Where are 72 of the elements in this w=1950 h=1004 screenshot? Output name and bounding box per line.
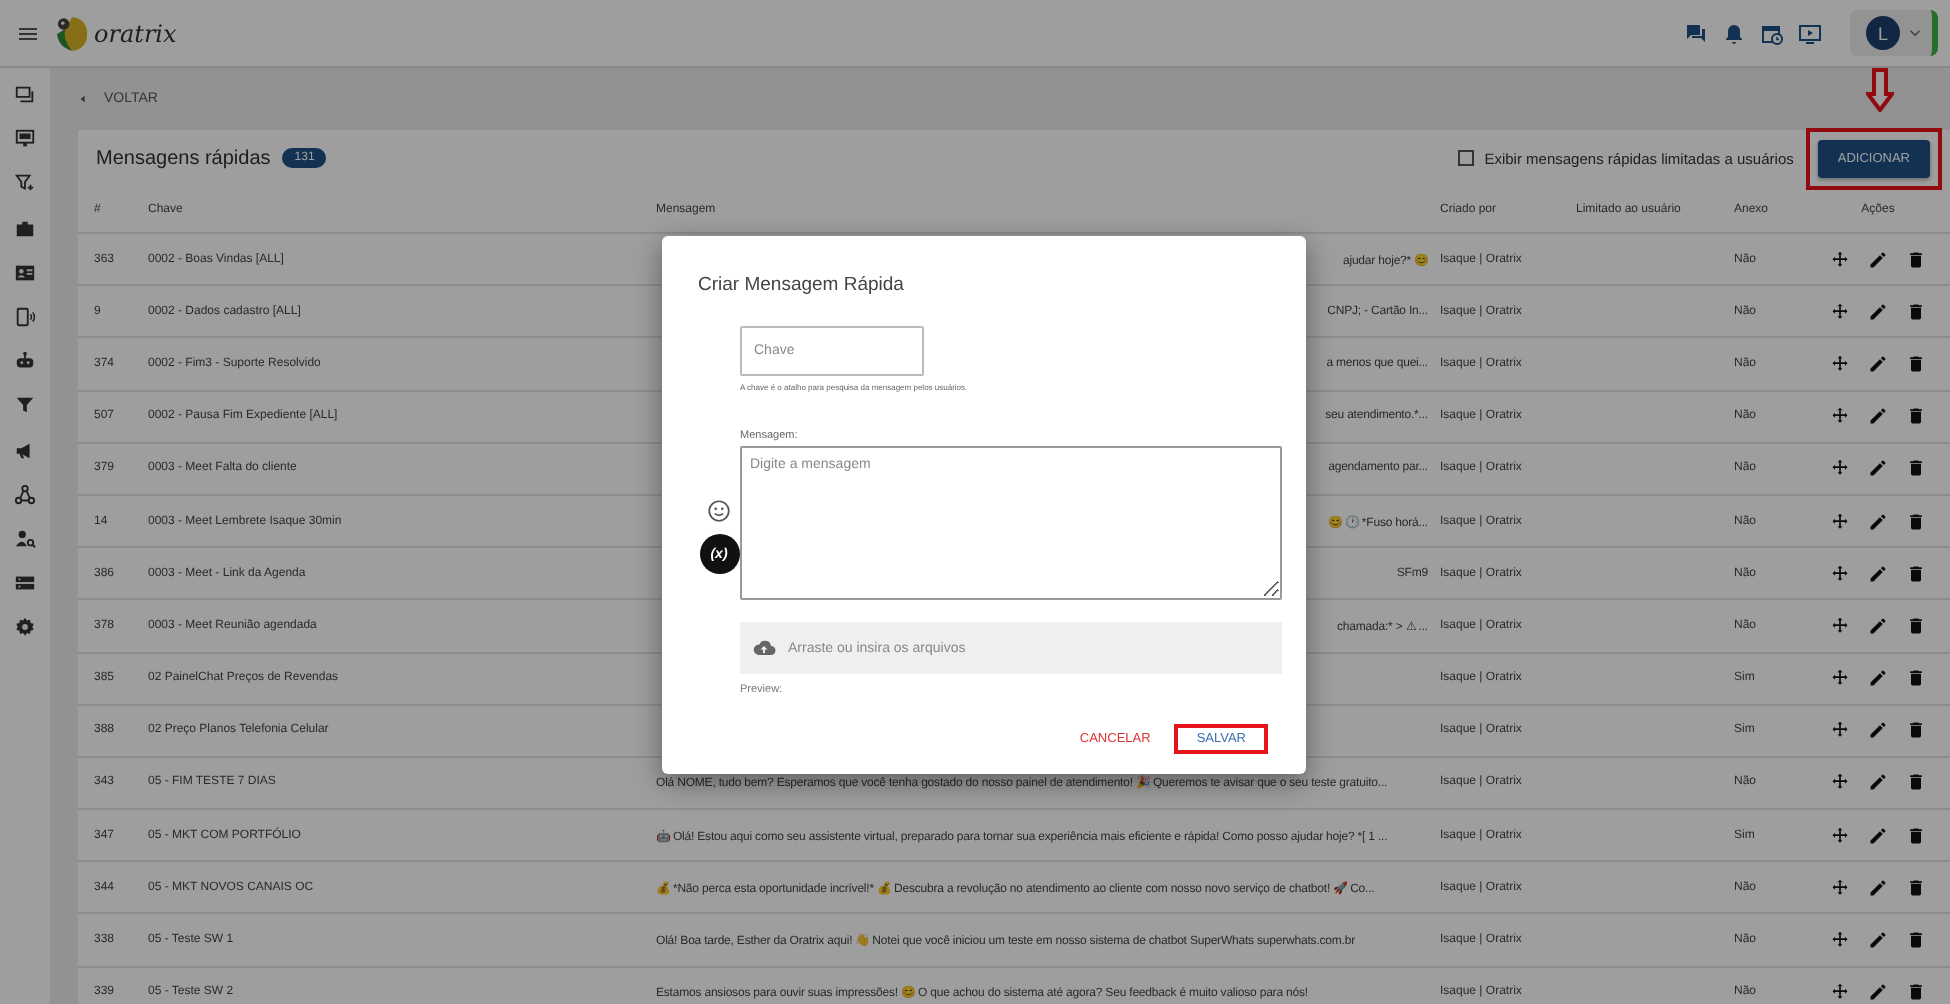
move-icon[interactable] bbox=[1830, 511, 1850, 532]
edit-icon[interactable] bbox=[1868, 353, 1888, 374]
move-icon[interactable] bbox=[1830, 930, 1850, 951]
delete-icon[interactable] bbox=[1906, 458, 1926, 479]
panel-title: Mensagens rápidas bbox=[96, 147, 271, 169]
move-icon[interactable] bbox=[1830, 668, 1850, 689]
edit-icon[interactable] bbox=[1868, 301, 1888, 322]
delete-icon[interactable] bbox=[1906, 877, 1926, 898]
delete-icon[interactable] bbox=[1906, 720, 1926, 741]
edit-icon[interactable] bbox=[1868, 563, 1888, 584]
chat-icon[interactable] bbox=[14, 84, 36, 106]
edit-icon[interactable] bbox=[1868, 877, 1888, 898]
edit-icon[interactable] bbox=[1868, 458, 1888, 479]
move-icon[interactable] bbox=[1830, 772, 1850, 793]
robot-icon[interactable] bbox=[14, 350, 36, 373]
move-icon[interactable] bbox=[1830, 720, 1850, 741]
funnel-icon[interactable] bbox=[14, 394, 36, 417]
monitor-icon[interactable] bbox=[14, 128, 36, 151]
dialog-title: Criar Mensagem Rápida bbox=[698, 274, 906, 296]
avatar: L bbox=[1866, 16, 1900, 50]
user-menu[interactable]: L bbox=[1850, 10, 1938, 56]
edit-icon[interactable] bbox=[1868, 615, 1888, 636]
filter-plus-icon[interactable] bbox=[14, 172, 36, 195]
move-icon[interactable] bbox=[1830, 877, 1850, 898]
briefcase-icon[interactable] bbox=[14, 217, 36, 240]
notification-bell-icon[interactable] bbox=[1722, 21, 1746, 45]
edit-icon[interactable] bbox=[1868, 720, 1888, 741]
delete-icon[interactable] bbox=[1906, 772, 1926, 793]
network-icon[interactable] bbox=[14, 483, 36, 506]
edit-icon[interactable] bbox=[1868, 930, 1888, 951]
chat-icon[interactable] bbox=[1684, 21, 1708, 45]
parrot-logo-icon bbox=[52, 11, 92, 55]
move-icon[interactable] bbox=[1830, 406, 1850, 427]
video-screen-icon[interactable] bbox=[1798, 21, 1822, 45]
edit-icon[interactable] bbox=[1868, 406, 1888, 427]
move-icon[interactable] bbox=[1830, 249, 1850, 270]
delete-icon[interactable] bbox=[1906, 353, 1926, 374]
delete-icon[interactable] bbox=[1906, 406, 1926, 427]
delete-icon[interactable] bbox=[1906, 982, 1926, 1003]
emoji-icon[interactable] bbox=[706, 498, 732, 524]
logo-text: oratrix bbox=[94, 19, 177, 47]
delete-icon[interactable] bbox=[1906, 511, 1926, 532]
edit-icon[interactable] bbox=[1868, 982, 1888, 1003]
caret-left-icon bbox=[78, 94, 88, 104]
delete-icon[interactable] bbox=[1906, 668, 1926, 689]
cloud-upload-icon bbox=[752, 636, 776, 660]
delete-icon[interactable] bbox=[1906, 563, 1926, 584]
phone-signal-icon[interactable] bbox=[14, 305, 36, 328]
delete-icon[interactable] bbox=[1906, 615, 1926, 636]
contact-card-icon[interactable] bbox=[14, 261, 36, 284]
edit-icon[interactable] bbox=[1868, 249, 1888, 270]
delete-icon[interactable] bbox=[1906, 930, 1926, 951]
delete-icon[interactable] bbox=[1906, 249, 1926, 270]
move-icon[interactable] bbox=[1830, 458, 1850, 479]
move-icon[interactable] bbox=[1830, 825, 1850, 846]
move-icon[interactable] bbox=[1830, 982, 1850, 1003]
settings-icon[interactable] bbox=[14, 616, 36, 639]
move-icon[interactable] bbox=[1830, 563, 1850, 584]
checkbox[interactable] bbox=[1458, 150, 1475, 166]
megaphone-icon[interactable] bbox=[14, 439, 36, 461]
edit-icon[interactable] bbox=[1868, 511, 1888, 532]
delete-icon[interactable] bbox=[1906, 301, 1926, 322]
edit-icon[interactable] bbox=[1868, 772, 1888, 793]
server-icon[interactable] bbox=[14, 572, 36, 595]
user-search-icon[interactable] bbox=[14, 527, 36, 550]
move-icon[interactable] bbox=[1830, 615, 1850, 636]
edit-icon[interactable] bbox=[1868, 825, 1888, 846]
move-icon[interactable] bbox=[1830, 301, 1850, 322]
move-icon[interactable] bbox=[1830, 353, 1850, 374]
calendar-clock-icon[interactable] bbox=[1760, 21, 1784, 45]
delete-icon[interactable] bbox=[1906, 825, 1926, 846]
edit-icon[interactable] bbox=[1868, 668, 1888, 689]
